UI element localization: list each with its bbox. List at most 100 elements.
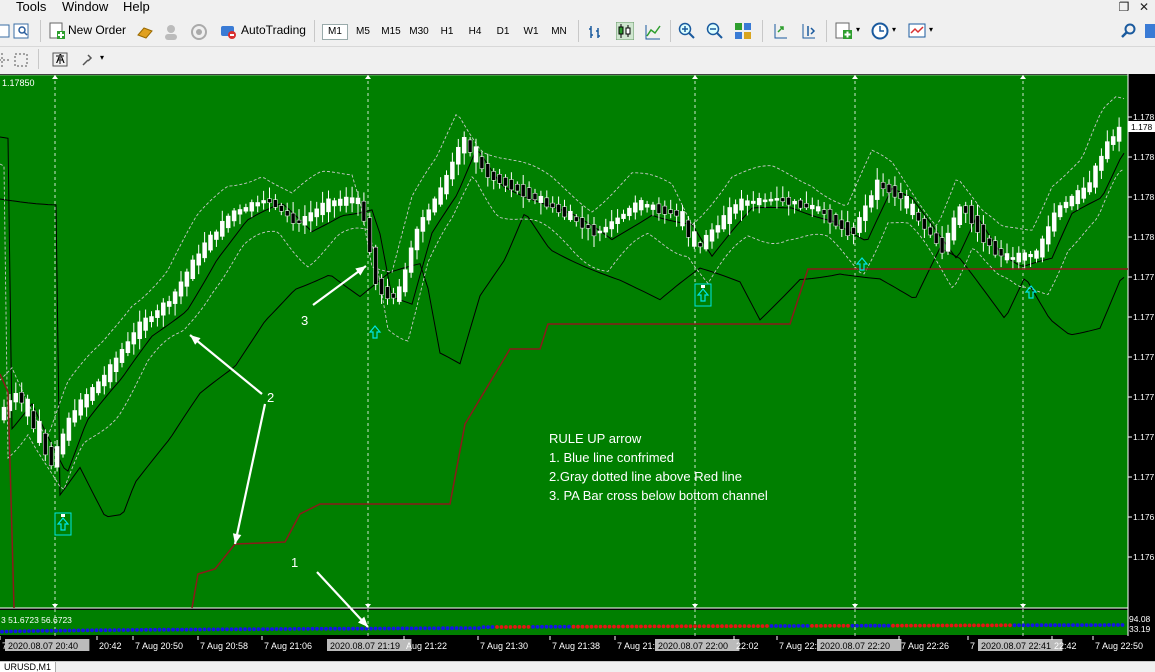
blue-dot [387, 626, 391, 631]
main-toolbar: New Order AutoTrading M1 M5 M15 M30 H1 H… [0, 16, 1155, 47]
blue-dot [4, 629, 9, 634]
blue-dot [1021, 623, 1026, 628]
candle-up [314, 208, 319, 218]
blue-dot [472, 626, 477, 630]
templates-dropdown-icon[interactable]: ▾ [929, 25, 933, 34]
blue-dot [1107, 623, 1111, 627]
candle-up [438, 187, 443, 205]
blue-dot [139, 628, 144, 632]
candlestick-chart-icon[interactable] [616, 22, 634, 40]
red-dot [765, 624, 769, 628]
text-label-icon[interactable] [52, 51, 70, 69]
period-separator-icon[interactable] [0, 51, 11, 69]
templates-icon[interactable] [908, 22, 926, 40]
tile-windows-icon[interactable] [734, 22, 752, 40]
candle-down [503, 177, 508, 187]
candle-up [202, 242, 207, 259]
blue-dot [445, 626, 450, 631]
blue-dot [1017, 623, 1021, 628]
zoom-out-icon[interactable] [706, 22, 724, 40]
blue-dot [279, 627, 283, 631]
red-dot [522, 625, 526, 629]
blue-dot [324, 626, 328, 631]
red-dot [841, 623, 846, 628]
candle-up [190, 259, 196, 279]
tf-d1[interactable]: D1 [491, 25, 515, 39]
candle-up [113, 357, 119, 373]
candle-down [290, 212, 296, 224]
candle-up [1040, 238, 1045, 258]
crosshair-icon[interactable] [12, 51, 30, 69]
tf-m15[interactable]: M15 [379, 25, 403, 39]
red-dot [657, 624, 661, 629]
signal-icon[interactable] [190, 23, 208, 41]
zoom-chart-icon[interactable] [13, 22, 31, 40]
blue-dot [306, 627, 310, 631]
menu-window[interactable]: Window [62, 0, 108, 14]
candle-up [450, 161, 455, 180]
tf-mn[interactable]: MN [547, 25, 571, 39]
candle-down [497, 174, 502, 184]
blue-dot [382, 626, 387, 631]
indicators-icon[interactable] [835, 22, 853, 40]
user-icon[interactable] [162, 23, 180, 41]
red-dot [814, 624, 819, 628]
line-chart-icon[interactable] [644, 23, 662, 41]
tf-m30[interactable]: M30 [407, 25, 431, 39]
bar-chart-icon[interactable] [587, 23, 605, 41]
time-label-highlight: 2020.08.07 21:19 [330, 641, 400, 651]
tf-h4[interactable]: H4 [463, 25, 487, 39]
restore-icon[interactable]: ❐ [1115, 0, 1133, 15]
candle-up [84, 394, 89, 408]
new-order-button[interactable]: New Order [46, 20, 128, 42]
menu-help[interactable]: Help [123, 0, 150, 14]
close-icon[interactable]: ✕ [1135, 0, 1153, 15]
period-dropdown-icon[interactable]: ▾ [892, 25, 896, 34]
community-icon[interactable] [1145, 22, 1155, 40]
tf-h1[interactable]: H1 [435, 25, 459, 39]
tf-m1[interactable]: M1 [322, 24, 348, 40]
candle-down [296, 219, 302, 224]
clock-icon[interactable] [871, 22, 889, 40]
price-chart[interactable]: 1.17850 3 51.6723 56.6723 1.1781.1781.17… [0, 74, 1155, 662]
candle-down [798, 199, 803, 209]
blue-dot [427, 626, 432, 631]
time-label: 7 Aug 22:26 [901, 641, 949, 651]
search-icon[interactable] [1120, 22, 1138, 40]
red-dot [693, 624, 697, 629]
candle-up [874, 179, 880, 200]
chart-window[interactable]: 1.17850 3 51.6723 56.6723 1.178 1.178 1.17… [0, 74, 1155, 662]
chart-shift-icon[interactable] [799, 22, 817, 40]
blue-dot [805, 624, 810, 628]
red-dot [967, 623, 972, 628]
indicators-dropdown-icon[interactable]: ▾ [856, 25, 860, 34]
arrows-dropdown-icon[interactable]: ▾ [100, 53, 104, 62]
blue-dot [121, 628, 126, 632]
menu-tools[interactable]: Tools [16, 0, 46, 14]
time-label: 22:02 [736, 641, 759, 651]
auto-scroll-icon[interactable] [771, 22, 789, 40]
main-chart-pane[interactable] [0, 75, 1128, 608]
blue-dot [270, 627, 274, 631]
tf-w1[interactable]: W1 [519, 25, 543, 39]
arrows-tool-icon[interactable] [80, 51, 98, 69]
tf-m5[interactable]: M5 [351, 25, 375, 39]
red-dot [742, 624, 747, 628]
price-axis-label: 1.176 [1133, 552, 1155, 562]
candle-down [939, 237, 945, 254]
window-icon[interactable] [0, 22, 12, 40]
candle-up [196, 253, 201, 266]
new-order-icon [49, 22, 65, 39]
red-dot [661, 624, 666, 629]
gold-bar-icon[interactable] [136, 23, 154, 41]
red-dot [733, 624, 738, 629]
autotrading-button[interactable]: AutoTrading [218, 20, 310, 42]
blue-dot [1084, 623, 1089, 627]
red-dot [526, 625, 531, 629]
blue-dot [216, 627, 220, 632]
zoom-in-icon[interactable] [678, 22, 696, 40]
candle-up [1, 406, 7, 421]
red-dot [891, 623, 895, 628]
candle-up [261, 200, 266, 204]
candle-down [668, 209, 673, 214]
